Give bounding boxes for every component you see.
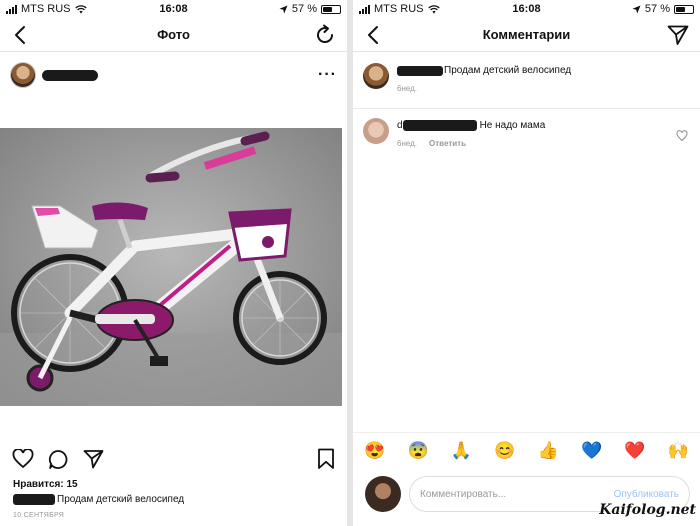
post-date: 10 СЕНТЯБРЯ: [13, 512, 65, 519]
post-caption: Продам детский велосипед: [13, 494, 184, 505]
bicycle-image: [0, 128, 342, 406]
comment-meta: 6нед. Ответить: [397, 139, 545, 148]
status-time: 16:08: [512, 3, 541, 15]
emoji-blue-heart[interactable]: 💙: [581, 441, 602, 461]
redacted-username: [13, 494, 55, 505]
post-header: ···: [10, 60, 337, 90]
comment-text-row: Продам детский велосипед: [397, 65, 571, 76]
comment-item-caption: Продам детский велосипед 6нед.: [363, 63, 690, 93]
caption-text: Продам детский велосипед: [57, 494, 185, 505]
wifi-icon: [427, 4, 440, 13]
comments-navbar: Комментарии: [353, 18, 700, 52]
back-chevron-icon[interactable]: [363, 24, 385, 46]
comment-text: Продам детский велосипед: [444, 65, 572, 76]
emoji-bar: 😍 😨 🙏 😊 👍 💙 ❤️ 🙌: [353, 432, 700, 468]
page-title: Комментарии: [482, 27, 571, 42]
comment-item-reply: d Не надо мама 6нед. Ответить: [363, 118, 690, 148]
redacted-username: [42, 69, 98, 81]
current-user-avatar: [365, 476, 401, 512]
emoji-pray[interactable]: 🙏: [451, 441, 472, 461]
heart-icon[interactable]: [12, 449, 34, 469]
status-bar: MTS RUS 16:08 57 %: [353, 0, 700, 18]
carrier-label: MTS RUS: [374, 3, 424, 15]
bookmark-icon[interactable]: [317, 448, 335, 470]
comment-time: 6нед.: [397, 139, 418, 148]
status-bar: MTS RUS 16:08 57 %: [0, 0, 347, 18]
page-title: Фото: [157, 27, 190, 42]
comment-avatar[interactable]: [363, 63, 389, 89]
post-photo[interactable]: [0, 128, 342, 406]
emoji-raised-hands[interactable]: 🙌: [668, 441, 689, 461]
battery-icon: [674, 4, 694, 14]
comments-separator: [353, 108, 700, 109]
publish-button[interactable]: Опубликовать: [614, 489, 679, 500]
battery-percent: 57 %: [291, 3, 317, 15]
refresh-icon[interactable]: [313, 23, 337, 47]
photo-navbar: Фото: [0, 18, 347, 52]
comment-username-prefix: d: [397, 120, 403, 131]
signal-icon: [359, 4, 370, 14]
location-arrow-icon: [279, 5, 288, 13]
battery-icon: [321, 4, 341, 14]
comments-screen: MTS RUS 16:08 57 % Комментарии Продам де…: [353, 0, 700, 526]
redacted-username: [402, 120, 477, 131]
signal-icon: [6, 4, 17, 14]
post-actions: [12, 446, 335, 472]
emoji-red-heart[interactable]: ❤️: [624, 441, 645, 461]
battery-percent: 57 %: [644, 3, 670, 15]
direct-send-icon[interactable]: [666, 23, 690, 47]
reply-link[interactable]: Ответить: [429, 139, 466, 148]
comment-meta: 6нед.: [397, 84, 571, 93]
emoji-smile[interactable]: 😊: [494, 441, 515, 461]
emoji-heart-eyes[interactable]: 😍: [364, 441, 385, 461]
more-options-icon[interactable]: ···: [318, 67, 337, 83]
comment-like-heart-icon[interactable]: [676, 130, 688, 142]
redacted-username: [397, 65, 443, 76]
comment-text-row: d Не надо мама: [397, 120, 545, 131]
author-avatar[interactable]: [10, 62, 36, 88]
comment-text: Не надо мама: [479, 120, 546, 131]
comment-input[interactable]: [420, 488, 614, 500]
comment-icon[interactable]: [48, 449, 69, 470]
carrier-label: MTS RUS: [21, 3, 71, 15]
back-chevron-icon[interactable]: [10, 24, 32, 46]
emoji-fearful[interactable]: 😨: [407, 441, 428, 461]
emoji-thumbs-up[interactable]: 👍: [538, 441, 559, 461]
photo-screen: MTS RUS 16:08 57 % Фото ··· Нравится: 15…: [0, 0, 347, 526]
comment-avatar[interactable]: [363, 118, 389, 144]
wifi-icon: [74, 4, 87, 13]
share-icon[interactable]: [83, 449, 104, 469]
likes-count[interactable]: Нравится: 15: [13, 479, 78, 490]
watermark: Kaifolog.net: [599, 502, 696, 518]
comment-time: 6нед.: [397, 84, 418, 93]
status-time: 16:08: [159, 3, 188, 15]
location-arrow-icon: [632, 5, 641, 13]
